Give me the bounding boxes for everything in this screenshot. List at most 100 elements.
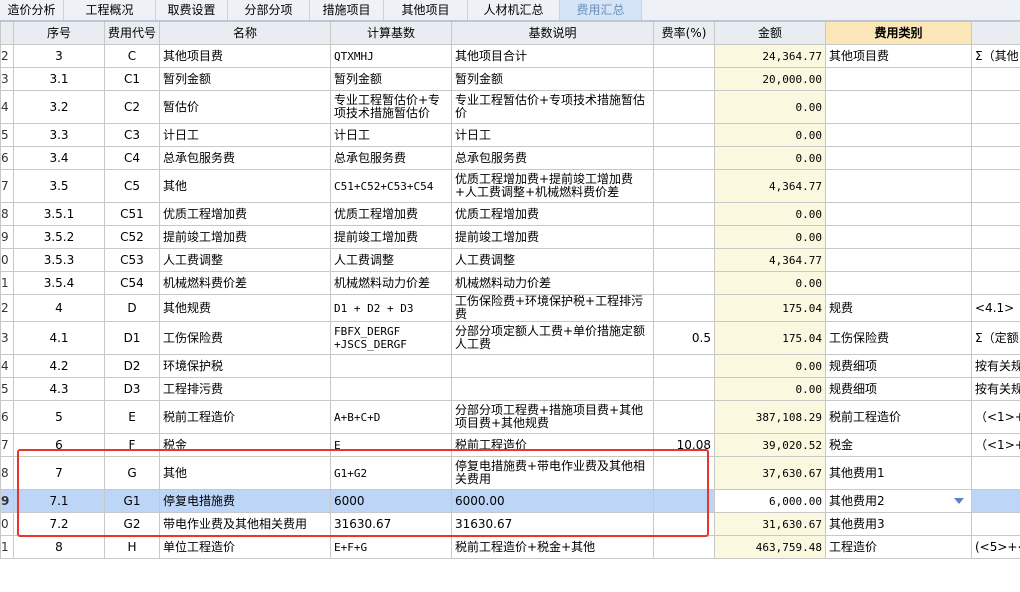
base-description-cell[interactable]: 工伤保险费+环境保护税+工程排污费 (451, 294, 654, 322)
seq-cell[interactable]: 3.5.4 (13, 271, 105, 295)
calc-base-cell[interactable]: 人工费调整 (330, 248, 452, 272)
calc-base-cell[interactable]: 提前竣工增加费 (330, 225, 452, 249)
name-cell[interactable]: 其他项目费 (159, 44, 331, 68)
seq-cell[interactable]: 3.3 (13, 123, 105, 147)
tab-cost-analysis[interactable]: 造价分析 (0, 0, 64, 20)
table-row[interactable]: 8 3.5.1 C51 优质工程增加费 优质工程增加费 优质工程增加费 0.00 (0, 202, 1020, 226)
seq-cell[interactable]: 3.5.2 (13, 225, 105, 249)
fee-category-cell[interactable] (825, 146, 972, 170)
table-row[interactable]: 8 7 G 其他 G1+G2 停复电措施费+带电作业费及其他相关费用 37,630.67 其他… (0, 456, 1020, 490)
seq-cell[interactable]: 3.1 (13, 67, 105, 91)
table-row[interactable]: 3 4.1 D1 工伤保险费 FBFX_DERGF +JSCS_DERGF 分部分项定额人… (0, 321, 1020, 355)
calc-base-cell[interactable]: 总承包服务费 (330, 146, 452, 170)
rate-cell[interactable] (653, 271, 715, 295)
fee-code-cell[interactable]: D2 (104, 354, 160, 378)
base-description-cell[interactable]: 暂列金额 (451, 67, 654, 91)
table-row[interactable]: 3 3.1 C1 暂列金额 暂列金额 暂列金额 20,000.00 (0, 67, 1020, 91)
name-cell[interactable]: 优质工程增加费 (159, 202, 331, 226)
table-row[interactable]: 9 3.5.2 C52 提前竣工增加费 提前竣工增加费 提前竣工增加费 0.00 (0, 225, 1020, 249)
fee-category-cell[interactable]: 税金 (825, 433, 972, 457)
calc-base-cell[interactable]: E+F+G (330, 535, 452, 559)
seq-cell[interactable]: 4 (13, 294, 105, 322)
table-row[interactable]: 6 3.4 C4 总承包服务费 总承包服务费 总承包服务费 0.00 (0, 146, 1020, 170)
name-cell[interactable]: 其他 (159, 169, 331, 203)
base-description-cell[interactable]: 停复电措施费+带电作业费及其他相关费用 (451, 456, 654, 490)
tab-measures[interactable]: 措施项目 (310, 0, 384, 20)
table-row[interactable]: 4 4.2 D2 环境保护税 0.00 规费细项 按有关规 (0, 354, 1020, 378)
rate-cell[interactable] (653, 202, 715, 226)
fee-code-cell[interactable]: C (104, 44, 160, 68)
table-row[interactable]: 5 4.3 D3 工程排污费 0.00 规费细项 按有关规 (0, 377, 1020, 401)
fee-category-cell[interactable] (825, 225, 972, 249)
seq-cell[interactable]: 4.3 (13, 377, 105, 401)
extra-cell[interactable] (971, 90, 1020, 124)
seq-cell[interactable]: 5 (13, 400, 105, 434)
header-name[interactable]: 名称 (159, 21, 331, 45)
rate-cell[interactable] (653, 535, 715, 559)
rate-cell[interactable] (653, 377, 715, 401)
calc-base-cell[interactable]: A+B+C+D (330, 400, 452, 434)
fee-category-cell[interactable]: 规费 (825, 294, 972, 322)
rate-cell[interactable] (653, 456, 715, 490)
calc-base-cell[interactable]: G1+G2 (330, 456, 452, 490)
base-description-cell[interactable]: 优质工程增加费+提前竣工增加费+人工费调整+机械燃料费价差 (451, 169, 654, 203)
fee-category-cell[interactable] (825, 202, 972, 226)
calc-base-cell[interactable] (330, 377, 452, 401)
fee-code-cell[interactable]: C53 (104, 248, 160, 272)
rate-cell[interactable] (653, 248, 715, 272)
base-description-cell[interactable]: 总承包服务费 (451, 146, 654, 170)
fee-code-cell[interactable]: C5 (104, 169, 160, 203)
tab-fee-settings[interactable]: 取费设置 (156, 0, 228, 20)
fee-code-cell[interactable]: C3 (104, 123, 160, 147)
rate-cell[interactable] (653, 489, 715, 513)
calc-base-cell[interactable]: 计日工 (330, 123, 452, 147)
calc-base-cell[interactable]: 机械燃料动力价差 (330, 271, 452, 295)
extra-cell[interactable] (971, 169, 1020, 203)
table-row[interactable]: 76F税金E税前工程造价10.0839,020.52税金（<1>+< (0, 433, 1020, 457)
tab-sub-items[interactable]: 分部分项 (228, 0, 310, 20)
base-description-cell[interactable]: 税前工程造价 (451, 433, 654, 457)
fee-category-dropdown[interactable]: 其他费用2 (829, 494, 968, 508)
calc-base-cell[interactable]: 优质工程增加费 (330, 202, 452, 226)
calc-base-cell[interactable]: 31630.67 (330, 512, 452, 536)
name-cell[interactable]: 暂列金额 (159, 67, 331, 91)
base-description-cell[interactable]: 31630.67 (451, 512, 654, 536)
extra-cell[interactable]: Σ（其他 (971, 44, 1020, 68)
base-description-cell[interactable]: 计日工 (451, 123, 654, 147)
fee-category-cell[interactable]: 税前工程造价 (825, 400, 972, 434)
fee-category-cell[interactable]: 其他项目费 (825, 44, 972, 68)
fee-code-cell[interactable]: D (104, 294, 160, 322)
fee-code-cell[interactable]: C2 (104, 90, 160, 124)
fee-code-cell[interactable]: H (104, 535, 160, 559)
fee-code-cell[interactable]: G1 (104, 489, 160, 513)
header-seq[interactable]: 序号 (13, 21, 105, 45)
fee-category-cell[interactable]: 其他费用3 (825, 512, 972, 536)
calc-base-cell[interactable] (330, 354, 452, 378)
header-fee-code[interactable]: 费用代号 (104, 21, 160, 45)
table-row[interactable]: 1 3.5.4 C54 机械燃料费价差 机械燃料动力价差 机械燃料动力价差 0.00 (0, 271, 1020, 295)
extra-cell[interactable]: （<1>+< (971, 400, 1020, 434)
calc-base-cell[interactable]: E (330, 433, 452, 457)
table-row[interactable]: 0 3.5.3 C53 人工费调整 人工费调整 人工费调整 4,364.77 (0, 248, 1020, 272)
fee-category-cell[interactable] (825, 123, 972, 147)
header-amount[interactable]: 金额 (714, 21, 826, 45)
fee-code-cell[interactable]: C52 (104, 225, 160, 249)
name-cell[interactable]: 税金 (159, 433, 331, 457)
base-description-cell[interactable] (451, 377, 654, 401)
seq-cell[interactable]: 3.4 (13, 146, 105, 170)
base-description-cell[interactable]: 6000.00 (451, 489, 654, 513)
table-row[interactable]: 2 3 C 其他项目费 QTXMHJ 其他项目合计 24,364.77 其他项目费 Σ（其他 (0, 44, 1020, 68)
fee-code-cell[interactable]: D1 (104, 321, 160, 355)
fee-category-cell[interactable] (825, 90, 972, 124)
base-description-cell[interactable]: 专业工程暂估价+专项技术措施暂估价 (451, 90, 654, 124)
name-cell[interactable]: 税前工程造价 (159, 400, 331, 434)
calc-base-cell[interactable]: FBFX_DERGF +JSCS_DERGF (330, 321, 452, 355)
fee-category-cell[interactable]: 规费细项 (825, 377, 972, 401)
rate-cell[interactable] (653, 400, 715, 434)
fee-code-cell[interactable]: D3 (104, 377, 160, 401)
extra-cell[interactable]: <4.1> (971, 294, 1020, 322)
base-description-cell[interactable]: 机械燃料动力价差 (451, 271, 654, 295)
rate-cell[interactable] (653, 67, 715, 91)
table-row[interactable]: 5 3.3 C3 计日工 计日工 计日工 0.00 (0, 123, 1020, 147)
rate-cell[interactable]: 10.08 (653, 433, 715, 457)
